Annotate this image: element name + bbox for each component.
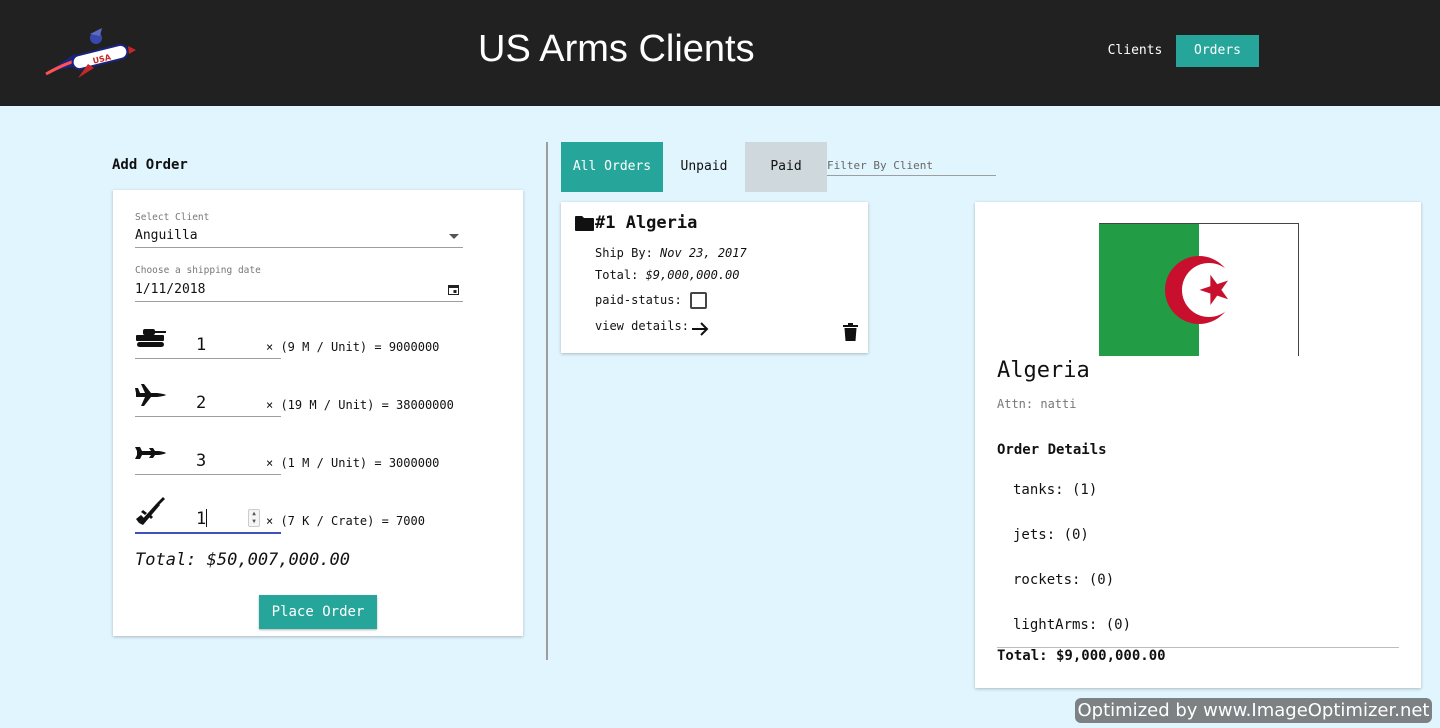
vertical-divider (546, 142, 548, 660)
date-field-label: Choose a shipping date (135, 265, 261, 276)
paid-status-label: paid-status: (595, 293, 682, 307)
tab-paid[interactable]: Paid (745, 142, 827, 192)
top-bar: USA US Arms Clients Clients Orders (0, 0, 1440, 106)
detail-item-light-arms: lightArms: (0) (1013, 617, 1132, 633)
nav-clients-button[interactable]: Clients (1098, 35, 1172, 67)
detail-item-jets: jets: (0) (1013, 527, 1089, 543)
add-order-heading: Add Order (112, 157, 188, 173)
order-ship-by: Ship By: Nov 23, 2017 (595, 246, 747, 260)
shipping-date-input[interactable]: 1/11/2018 (135, 282, 435, 300)
view-details-label: view details: (595, 319, 689, 333)
filter-client-input[interactable] (827, 156, 996, 176)
calendar-icon[interactable] (448, 284, 459, 295)
folder-icon (575, 216, 594, 231)
jet-icon (135, 384, 166, 406)
rocket-quantity-input[interactable]: 3 (196, 451, 206, 471)
trash-icon[interactable] (843, 323, 858, 341)
rocket-cost-text: × (1 M / Unit) = 3000000 (266, 456, 440, 470)
date-field-underline (135, 301, 463, 302)
ship-by-label: Ship By: (595, 246, 661, 260)
client-select[interactable]: Anguilla (135, 228, 463, 246)
order-title: #1 Algeria (595, 213, 698, 233)
client-attn: Attn: natti (997, 397, 1077, 411)
light-arms-cost-text: × (7 K / Crate) = 7000 (266, 514, 425, 528)
detail-item-tanks: tanks: (1) (1013, 482, 1098, 498)
rocket-icon (135, 447, 166, 459)
nav-orders-button[interactable]: Orders (1176, 35, 1259, 67)
detail-item-rockets: rockets: (0) (1013, 572, 1115, 588)
quantity-spinner[interactable]: ▲ ▼ (248, 509, 260, 527)
jet-cost-text: × (19 M / Unit) = 38000000 (266, 398, 454, 412)
light-arms-quantity-underline (135, 532, 281, 534)
tab-unpaid[interactable]: Unpaid (663, 142, 745, 192)
order-total-label: Total: (595, 268, 646, 282)
rifle-icon (136, 497, 165, 525)
client-select-label: Select Client (135, 212, 210, 223)
tank-icon (136, 329, 166, 347)
rocket-quantity-underline (135, 474, 281, 475)
tank-quantity-underline (135, 358, 281, 359)
order-total: Total: $50,007,000.00 (135, 550, 350, 570)
tank-cost-text: × (9 M / Unit) = 9000000 (266, 340, 440, 354)
client-name: Algeria (997, 358, 1090, 383)
tank-quantity-input[interactable]: 1 (196, 335, 206, 355)
text-cursor (206, 509, 207, 527)
detail-total: Total: $9,000,000.00 (997, 648, 1166, 664)
watermark: Optimized by www.ImageOptimizer.net (1075, 698, 1432, 723)
rocket-logo-icon: USA (45, 28, 136, 78)
tab-all-orders[interactable]: All Orders (561, 142, 663, 192)
paid-status-checkbox[interactable] (690, 292, 707, 309)
algeria-flag-icon (1099, 223, 1299, 356)
ship-by-date: Nov 23, 2017 (660, 246, 747, 260)
jet-quantity-input[interactable]: 2 (196, 393, 206, 413)
place-order-button[interactable]: Place Order (259, 595, 377, 629)
app-title: US Arms Clients (478, 28, 755, 70)
arrow-right-icon[interactable] (691, 321, 709, 337)
light-arms-quantity-input[interactable]: 1 (196, 509, 206, 529)
order-details-heading: Order Details (997, 442, 1107, 458)
order-total-line: Total: $9,000,000.00 (595, 268, 740, 282)
order-total-value: $9,000,000.00 (645, 268, 740, 282)
jet-quantity-underline (135, 416, 281, 417)
chevron-down-icon[interactable] (449, 234, 459, 239)
client-select-underline (135, 247, 463, 248)
